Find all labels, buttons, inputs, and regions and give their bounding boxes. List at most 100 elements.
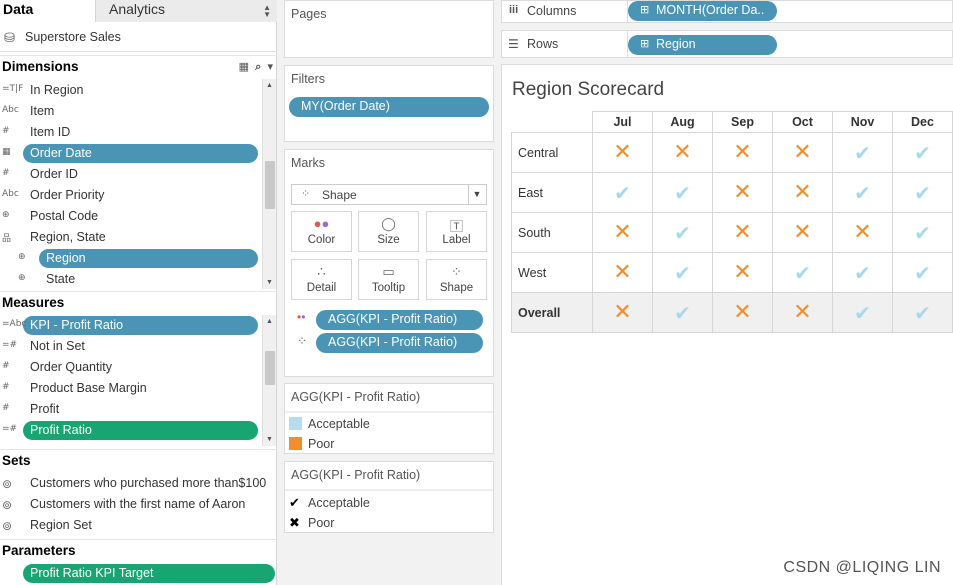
detail-button[interactable]: ∴ Detail [291,259,352,300]
field-product-base-margin[interactable]: # Product Base Margin [0,378,262,399]
field-order-id[interactable]: # Order ID [0,164,262,185]
rows-shelf[interactable]: ☰ Rows ⊞ Region [501,30,953,58]
kpi-cell[interactable]: ✕ [652,132,713,173]
field-order-priority[interactable]: Abc Order Priority [0,185,262,206]
field-profit[interactable]: # Profit [0,399,262,420]
kpi-cell[interactable]: ✕ [592,252,653,293]
label-button[interactable]: 🅃 Label [426,211,487,252]
rows-pill[interactable]: ⊞ Region [628,35,777,55]
filters-shelf[interactable]: Filters MY(Order Date) [284,65,494,142]
field-customers-who-purchased-more-than-100[interactable]: ⊚ Customers who purchased more than$100 [0,473,266,494]
kpi-cell[interactable]: ✕ [712,172,773,213]
month-header[interactable]: Nov [832,111,893,133]
kpi-cell[interactable]: ✔ [892,292,953,333]
kpi-cell[interactable]: ✕ [772,172,833,213]
region-header[interactable]: Overall [511,292,593,333]
kpi-cell[interactable]: ✔ [832,292,893,333]
kpi-cell[interactable]: ✔ [772,252,833,293]
shape-button[interactable]: ⁘ Shape [426,259,487,300]
field-item-id[interactable]: # Item ID [0,122,262,143]
scroll-up-icon[interactable]: ▲ [266,82,273,89]
kpi-cell[interactable]: ✕ [592,292,653,333]
region-header[interactable]: South [511,212,593,253]
tab-data[interactable]: Data [0,0,95,22]
kpi-cell[interactable]: ✔ [892,172,953,213]
kpi-cell[interactable]: ✔ [592,172,653,213]
kpi-cell[interactable]: ✕ [712,212,773,253]
kpi-cell[interactable]: ✕ [712,252,773,293]
field-not-in-set[interactable]: =# Not in Set [0,336,262,357]
field-region-set[interactable]: ⊚ Region Set [0,515,262,536]
field-postal-code[interactable]: ⊕ Postal Code [0,206,262,227]
columns-pill[interactable]: ⊞ MONTH(Order Da.. [628,1,777,21]
legend-item-acceptable[interactable]: Acceptable [289,417,370,431]
region-header[interactable]: East [511,172,593,213]
field-state[interactable]: ⊕ State [0,269,262,290]
pages-shelf[interactable]: Pages [284,0,494,58]
field-in-region[interactable]: =T|F In Region [0,80,262,101]
field-region[interactable]: ⊕ Region [0,248,262,269]
kpi-cell[interactable]: ✔ [652,252,713,293]
search-icon[interactable]: ⌕ [255,61,261,73]
datasource-row[interactable]: ⛁ Superstore Sales [0,24,277,52]
kpi-cell[interactable]: ✔ [832,132,893,173]
field-region-state[interactable]: 品 Region, State [0,227,262,248]
month-header[interactable]: Aug [652,111,713,133]
kpi-cell[interactable]: ✕ [592,132,653,173]
scroll-down-icon[interactable]: ▼ [266,436,273,443]
field-customers-with-the-first-name-of-aaron[interactable]: ⊚ Customers with the first name of Aaron [0,494,262,515]
kpi-cell[interactable]: ✔ [832,252,893,293]
kpi-cell[interactable]: ✕ [712,292,773,333]
tooltip-button[interactable]: ▭ Tooltip [358,259,419,300]
field-profit-ratio[interactable]: =# Profit Ratio [0,420,262,441]
chevron-down-icon[interactable]: ▾ [267,61,273,73]
scroll-up-icon[interactable]: ▲ [266,318,273,325]
scroll-down-icon[interactable]: ▼ [266,279,273,286]
kpi-cell[interactable]: ✕ [772,292,833,333]
legend-item-poor[interactable]: ✖ Poor [289,515,334,531]
kpi-cell[interactable]: ✕ [772,132,833,173]
region-header[interactable]: Central [511,132,593,173]
scroll-thumb[interactable] [265,161,275,209]
kpi-cell[interactable]: ✔ [892,212,953,253]
filter-pill[interactable]: MY(Order Date) [289,97,489,117]
columns-shelf[interactable]: iii Columns ⊞ MONTH(Order Da.. [501,0,953,23]
month-header[interactable]: Sep [712,111,773,133]
list-view-icon[interactable]: ▦ [239,61,249,73]
field-profit-ratio-kpi-target[interactable]: Profit Ratio KPI Target [0,563,275,584]
region-header[interactable]: West [511,252,593,293]
month-header[interactable]: Oct [772,111,833,133]
expand-icon[interactable]: ⊞ [640,3,649,16]
tab-analytics[interactable]: Analytics ▲ ▼ [95,0,277,22]
dimensions-scrollbar[interactable]: ▲ ▼ [262,79,276,289]
legend-item-poor[interactable]: Poor [289,437,334,451]
kpi-cell[interactable]: ✕ [592,212,653,253]
field-kpi-profit-ratio[interactable]: =Abc KPI - Profit Ratio [0,315,262,336]
kpi-cell[interactable]: ✕ [832,212,893,253]
color-button[interactable]: ●● Color [291,211,352,252]
kpi-cell[interactable]: ✔ [652,172,713,213]
kpi-cell[interactable]: ✔ [652,212,713,253]
field-order-date[interactable]: ▦ Order Date [0,143,262,164]
scroll-thumb[interactable] [265,351,275,385]
field-order-quantity[interactable]: # Order Quantity [0,357,262,378]
mark-type-dropdown[interactable]: ⁘ Shape ▼ [291,184,487,205]
color-legend-title: AGG(KPI - Profit Ratio) [291,390,421,404]
mark-pill-shape[interactable]: AGG(KPI - Profit Ratio) [316,333,483,353]
size-button[interactable]: ◯ Size [358,211,419,252]
legend-item-acceptable[interactable]: ✔ Acceptable [289,495,370,511]
month-header[interactable]: Dec [892,111,953,133]
kpi-cell[interactable]: ✕ [772,212,833,253]
up-down-arrow-icon[interactable]: ▲ ▼ [263,4,271,19]
kpi-cell[interactable]: ✔ [652,292,713,333]
measures-scrollbar[interactable]: ▲ ▼ [262,315,276,446]
chevron-down-icon[interactable]: ▼ [468,185,485,204]
kpi-cell[interactable]: ✕ [712,132,773,173]
kpi-cell[interactable]: ✔ [892,252,953,293]
kpi-cell[interactable]: ✔ [832,172,893,213]
kpi-cell[interactable]: ✔ [892,132,953,173]
field-item[interactable]: Abc Item [0,101,262,122]
mark-pill-color[interactable]: AGG(KPI - Profit Ratio) [316,310,483,330]
month-header[interactable]: Jul [592,111,653,133]
expand-icon[interactable]: ⊞ [640,37,649,50]
